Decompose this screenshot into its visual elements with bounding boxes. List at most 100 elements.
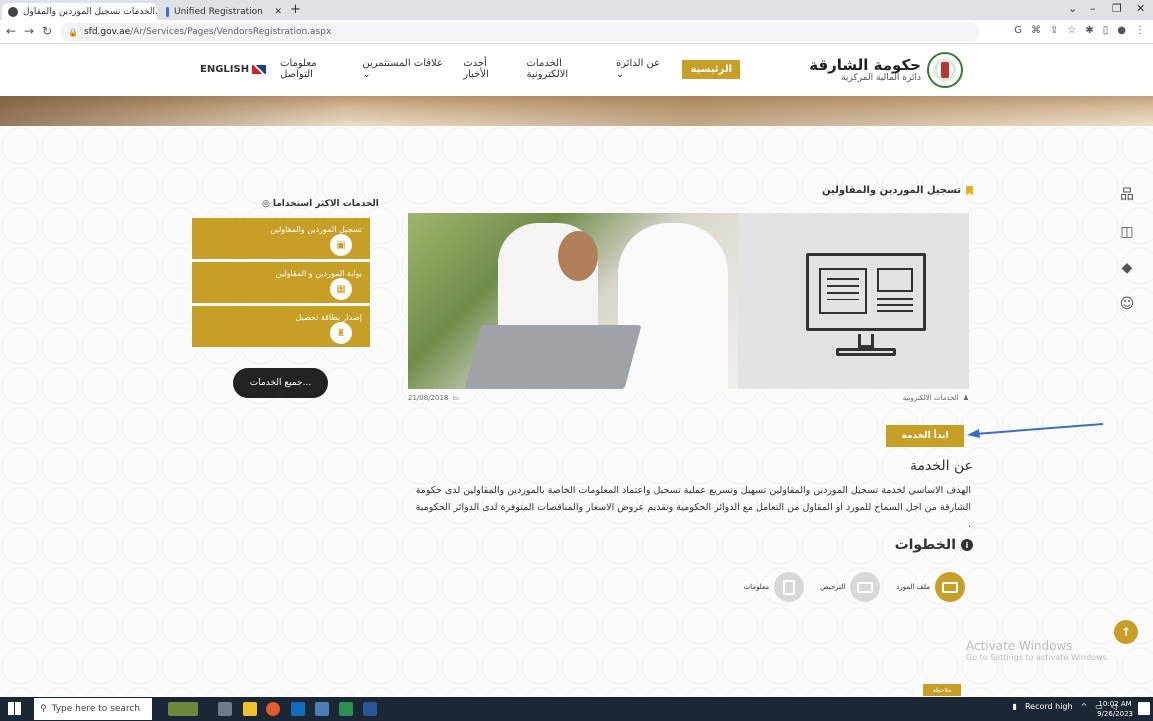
browser-tab-label: Unified Registration xyxy=(174,6,263,17)
target-icon: ◎ xyxy=(262,199,270,209)
task-view-icon[interactable] xyxy=(218,702,232,716)
photo-person-right xyxy=(618,223,728,389)
browser-tab[interactable]: Unified Registration ✕ xyxy=(160,3,288,20)
emblem-icon xyxy=(927,52,963,88)
outlook-icon[interactable] xyxy=(291,702,305,716)
tray-label[interactable]: Record high xyxy=(1025,702,1073,711)
service-category-text: الخدمات الالكترونية xyxy=(902,394,959,402)
uk-flag-icon xyxy=(252,64,267,74)
most-used-item[interactable]: تسجيل الموردين والمقاولين ▣ xyxy=(192,218,370,259)
photo-person-head xyxy=(558,231,598,281)
sitemap-icon[interactable]: 品 xyxy=(1117,184,1137,204)
side-toolbar: 品 ◫ ◆ ☺ xyxy=(1117,184,1137,312)
about-service-text: الهدف الاساسي لخدمة تسجيل الموردين والمق… xyxy=(415,485,971,530)
minimize-icon[interactable]: – xyxy=(1090,2,1096,15)
teams-icon[interactable] xyxy=(315,702,329,716)
feedback-badge[interactable]: ملاحظة xyxy=(923,684,961,696)
government-building-icon: ♜ xyxy=(330,322,352,344)
taskbar-search-placeholder: Type here to search xyxy=(51,704,141,714)
nav-about[interactable]: عن الدائرة ⌄ xyxy=(616,58,668,80)
content-background xyxy=(0,126,1153,697)
nav-eservices[interactable]: الخدمات الالكترونية xyxy=(527,58,602,80)
url-path: /Ar/Services/Pages/VendorsRegistration.a… xyxy=(130,27,332,37)
watermark-subtitle: Go to Settings to activate Windows. xyxy=(966,653,1110,662)
service-category[interactable]: ♟ الخدمات الالكترونية xyxy=(903,394,969,402)
browser-toolbar: ← → ↻ 🔒 sfd.gov.ae /Ar/Services/Pages/Ve… xyxy=(0,20,1153,44)
all-services-button[interactable]: جميع الخدمات... xyxy=(233,368,328,398)
page-title-text: تسجيل الموردين والمقاولين xyxy=(821,185,961,196)
star-icon[interactable]: ☆ xyxy=(1067,25,1076,36)
menu-icon[interactable]: ⋮ xyxy=(1135,25,1145,36)
service-meta: 21/08/2018 ▭ ♟ الخدمات الالكترونية xyxy=(408,394,969,406)
page-favicon-icon xyxy=(166,6,169,17)
extension-icons: G ⌘ ⇪ ☆ ✱ ▯ ● ⋮ xyxy=(1014,25,1145,36)
file-explorer-icon[interactable] xyxy=(243,702,257,716)
forward-icon[interactable]: → xyxy=(24,24,34,38)
bookmark-icon xyxy=(966,185,973,196)
back-icon[interactable]: ← xyxy=(6,24,16,38)
activate-windows-watermark: Activate Windows Go to Settings to activ… xyxy=(966,639,1109,662)
calendar-icon: ▭ xyxy=(452,394,459,402)
start-service-button[interactable]: ابدأ الخدمة xyxy=(886,425,964,447)
most-used-item-label: تسجيل الموردين والمقاولين xyxy=(270,225,362,234)
photo-men-laptop xyxy=(408,213,738,389)
url-host: sfd.gov.ae xyxy=(83,27,131,37)
address-bar[interactable]: 🔒 sfd.gov.ae /Ar/Services/Pages/VendorsR… xyxy=(60,23,980,41)
notification-icon[interactable] xyxy=(1138,702,1150,715)
site-logo[interactable]: حكومة الشارقة دائرة المالية المركزية xyxy=(809,52,963,88)
profile-icon[interactable]: ● xyxy=(1117,25,1126,36)
taskbar-search[interactable]: ⚲ Type here to search xyxy=(34,698,152,720)
taskbar-clock[interactable]: 10:02 AM 9/26/2023 xyxy=(1097,699,1133,719)
chevron-down-icon: ⌄ xyxy=(615,69,625,80)
clock-date: 9/26/2023 xyxy=(1097,710,1133,718)
close-window-icon[interactable]: ✕ xyxy=(1136,2,1145,15)
step-license[interactable]: الترخيص xyxy=(820,572,881,602)
chevron-up-icon[interactable]: ^ xyxy=(1081,702,1088,711)
building-icon: ▣ xyxy=(330,234,352,256)
most-used-item[interactable]: بوابة الموردين و المقاولين ▦ xyxy=(192,262,370,303)
site-header: حكومة الشارقة دائرة المالية المركزية الر… xyxy=(0,44,1153,96)
tab-search-icon[interactable]: ⌄ xyxy=(1068,2,1077,15)
smiley-icon[interactable]: ☺ xyxy=(1117,296,1137,312)
clock-time: 10:02 AM xyxy=(1098,700,1132,708)
reload-icon[interactable]: ↻ xyxy=(42,24,52,38)
language-switch[interactable]: ENGLISH xyxy=(200,63,267,75)
service-hero-image xyxy=(408,213,969,389)
close-tab-icon[interactable]: ✕ xyxy=(266,7,282,17)
header-banner-image xyxy=(0,96,1153,126)
nav-news[interactable]: أحدث الأخبار xyxy=(463,58,512,80)
monitor-illustration xyxy=(738,213,969,389)
translate-icon[interactable]: ⌘ xyxy=(1031,25,1041,36)
most-used-title: الخدمات الاكثر استخداما ◎ xyxy=(262,199,379,209)
layers-icon[interactable]: ◆ xyxy=(1117,260,1137,276)
step-supplier-profile[interactable]: ملف المورد xyxy=(896,572,965,602)
book-icon[interactable]: ◫ xyxy=(1117,224,1137,240)
restore-icon[interactable]: ❐ xyxy=(1112,2,1122,15)
word-icon[interactable] xyxy=(363,702,377,716)
step-information[interactable]: معلومات xyxy=(744,572,805,602)
nav-investors[interactable]: علاقات المستثمرين ⌄ xyxy=(362,58,449,80)
share-icon[interactable]: ⇪ xyxy=(1050,25,1058,36)
stock-icon[interactable]: ▮ xyxy=(1013,702,1017,711)
scroll-top-button[interactable]: ↑ xyxy=(1114,620,1138,644)
photos-icon[interactable] xyxy=(339,702,353,716)
about-service-title: عن الخدمة xyxy=(909,458,973,474)
sidepanel-icon[interactable]: ▯ xyxy=(1103,25,1109,36)
extensions-icon[interactable]: ✱ xyxy=(1085,25,1093,36)
document-icon xyxy=(774,572,805,602)
chrome-icon[interactable] xyxy=(266,702,280,716)
browser-tab-active[interactable]: الخدمات تسجيل الموردين والمقاول... ✕ xyxy=(2,3,157,20)
browser-tabstrip: الخدمات تسجيل الموردين والمقاول... ✕ Uni… xyxy=(0,0,1153,20)
language-label: ENGLISH xyxy=(200,63,250,75)
most-used-item[interactable]: إصدار بطاقة تحصيل ♜ xyxy=(192,306,370,347)
steps-title: i الخطوات xyxy=(895,537,973,553)
publish-date-text: 21/08/2018 xyxy=(408,394,449,402)
windows-start-icon[interactable] xyxy=(8,702,21,715)
nav-home[interactable]: الرئيسية xyxy=(682,59,740,79)
nav-contact[interactable]: معلومات التواصل xyxy=(280,58,348,80)
google-icon[interactable]: G xyxy=(1014,25,1022,36)
new-tab-icon[interactable]: + xyxy=(290,2,301,17)
chevron-down-icon: ⌄ xyxy=(362,69,371,80)
most-used-item-label: بوابة الموردين و المقاولين xyxy=(275,269,362,278)
weather-widget-icon[interactable] xyxy=(168,702,198,716)
